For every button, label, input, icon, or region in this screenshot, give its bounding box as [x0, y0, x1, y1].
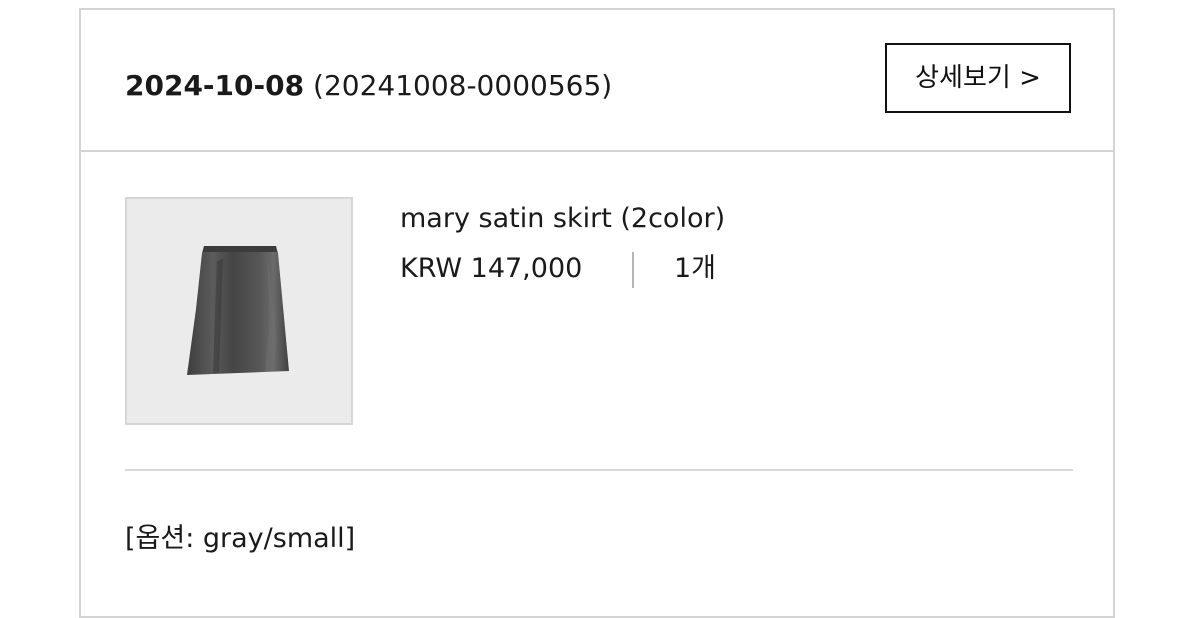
product-name[interactable]: mary satin skirt (2color): [400, 202, 725, 236]
satin-skirt-icon: [187, 246, 289, 375]
section-divider: [125, 469, 1073, 471]
price-divider: [632, 252, 634, 288]
order-info: 2024-10-08 (20241008-0000565): [125, 70, 612, 102]
product-thumbnail[interactable]: [125, 197, 353, 425]
order-number: (20241008-0000565): [313, 69, 613, 102]
product-quantity: 1개: [674, 253, 717, 284]
order-header: 2024-10-08 (20241008-0000565) 상세보기 >: [81, 10, 1113, 152]
order-card: 2024-10-08 (20241008-0000565) 상세보기 > mar…: [79, 8, 1115, 618]
product-price: KRW 147,000: [400, 253, 583, 284]
view-details-button[interactable]: 상세보기 >: [885, 43, 1071, 113]
product-option: [옵션: gray/small]: [125, 523, 356, 554]
order-date: 2024-10-08: [125, 69, 305, 102]
